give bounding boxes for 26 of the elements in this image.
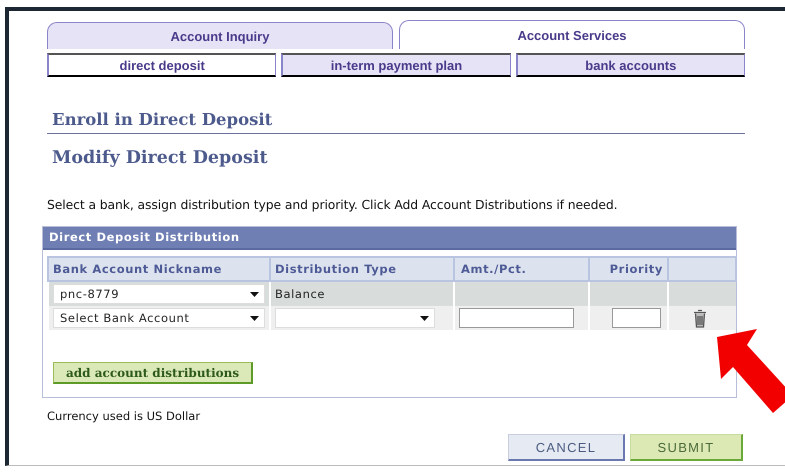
bank-account-dropdown[interactable]: pnc-8779 (53, 284, 265, 304)
submit-button[interactable]: SUBMIT (630, 434, 743, 461)
caret-icon (250, 316, 259, 320)
priority-field[interactable] (612, 308, 661, 328)
subtab[interactable]: in-term payment plan (281, 53, 511, 77)
currency-note: Currency used is US Dollar (47, 409, 202, 423)
add-distributions-button[interactable]: add account distributions (53, 362, 254, 384)
subtab[interactable]: bank accounts (516, 53, 745, 77)
tab[interactable]: Account Inquiry (47, 22, 393, 49)
column-header: Priority (589, 257, 668, 281)
tab[interactable]: Account Services (399, 20, 745, 49)
instructions-text: Select a bank, assign distribution type and priority. Click Add Account Distributions if needed. (47, 197, 618, 212)
amount-field[interactable] (459, 308, 574, 328)
page-title: Modify Direct Deposit (51, 148, 269, 168)
subtab[interactable]: direct deposit (47, 53, 276, 77)
bank-account-dropdown[interactable]: Select Bank Account (53, 308, 265, 328)
column-header: Amt./Pct. (454, 257, 589, 281)
caret-icon (250, 292, 259, 296)
column-header: Distribution Type (270, 257, 454, 281)
table-cell: Balance (275, 287, 326, 301)
caret-icon (420, 316, 429, 320)
section-heading: Enroll in Direct Deposit (47, 110, 745, 134)
column-header: Bank Account Nickname (48, 257, 270, 281)
trash-icon[interactable] (692, 308, 706, 328)
panel-title: Direct Deposit Distribution (43, 227, 736, 250)
cancel-button[interactable]: CANCEL (508, 434, 625, 461)
